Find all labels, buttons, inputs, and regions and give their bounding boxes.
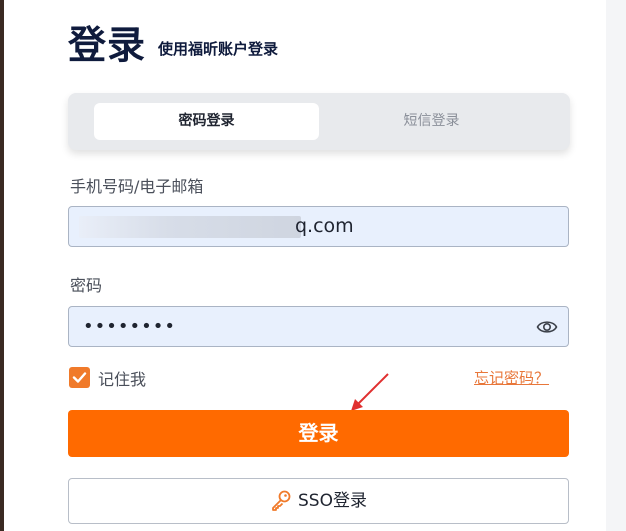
right-panel (606, 0, 626, 531)
key-icon (272, 490, 291, 511)
redacted-text (79, 216, 301, 238)
remember-label: 记住我 (98, 370, 147, 389)
page-subtitle: 使用福昕账户登录 (158, 40, 279, 58)
sso-button-label: SSO登录 (298, 491, 367, 511)
password-label: 密码 (70, 276, 103, 295)
forgot-password-link[interactable]: 忘记密码？ (474, 367, 549, 388)
account-input[interactable]: q.com (68, 206, 569, 247)
eye-icon[interactable] (536, 317, 558, 337)
sso-login-button[interactable]: SSO登录 (68, 478, 569, 524)
account-input-value: q.com (295, 215, 354, 237)
login-method-tabs: 密码登录 短信登录 (68, 93, 570, 150)
tab-password-login[interactable]: 密码登录 (94, 103, 319, 140)
sso-button-content: SSO登录 (69, 479, 568, 523)
tab-sms-login[interactable]: 短信登录 (319, 103, 544, 140)
login-button[interactable]: 登录 (68, 410, 569, 457)
page-title: 登录 (68, 23, 147, 67)
password-input[interactable]: •••••••• (68, 306, 569, 347)
password-input-value: •••••••• (83, 316, 176, 337)
remember-checkbox[interactable] (69, 367, 90, 388)
arrow-icon (351, 373, 389, 411)
account-label: 手机号码/电子邮箱 (70, 177, 204, 196)
background-edge (0, 0, 4, 531)
check-icon (72, 372, 87, 383)
